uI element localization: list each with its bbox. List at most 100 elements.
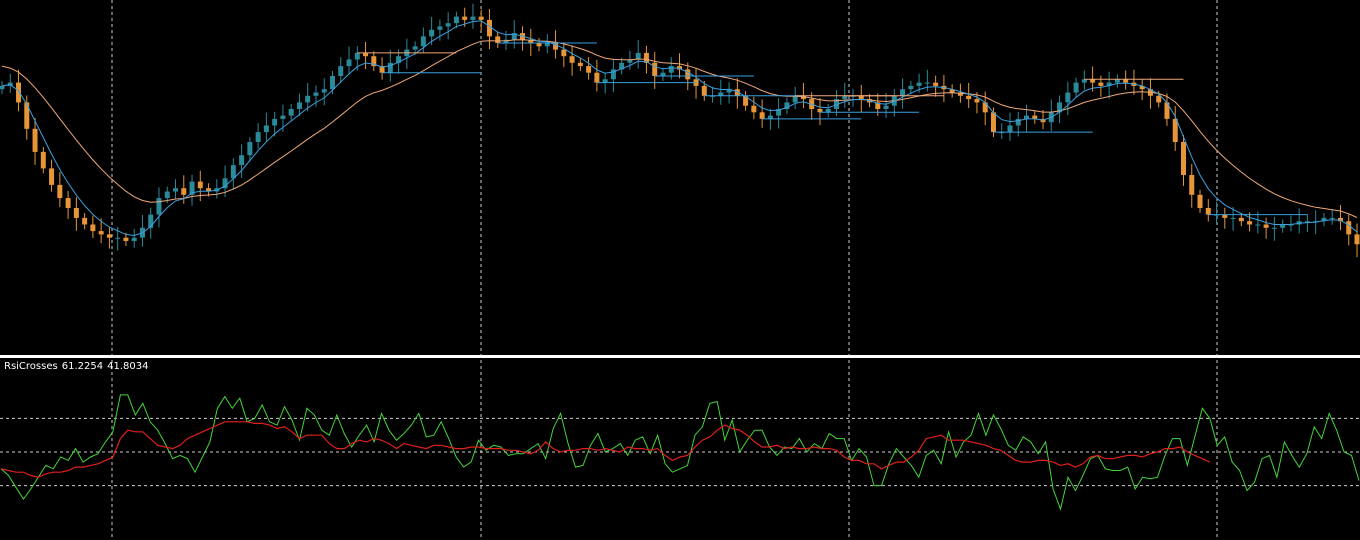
- candle: [371, 51, 377, 72]
- candle: [949, 84, 955, 98]
- candle-body: [577, 62, 583, 67]
- candle: [1073, 77, 1079, 98]
- candle-body: [1247, 221, 1253, 225]
- candle-body: [106, 234, 112, 238]
- candle: [346, 46, 352, 76]
- candle: [1296, 208, 1302, 234]
- candle: [445, 12, 451, 40]
- candle-body: [338, 66, 344, 76]
- candle: [825, 104, 831, 118]
- candle: [1205, 199, 1211, 222]
- candle-body: [1156, 95, 1162, 103]
- candle-body: [470, 16, 476, 20]
- candle: [1065, 81, 1071, 116]
- candle: [817, 98, 823, 126]
- candle-body: [569, 56, 575, 63]
- candle-body: [239, 155, 245, 166]
- candle: [743, 90, 749, 111]
- candle-body: [594, 72, 600, 83]
- candle: [520, 26, 526, 51]
- candle-body: [288, 109, 294, 116]
- candle-body: [181, 188, 187, 195]
- candle-body: [900, 89, 906, 96]
- candle: [148, 207, 154, 239]
- candle-body: [32, 128, 38, 152]
- candle: [404, 38, 410, 70]
- candle: [1032, 110, 1038, 124]
- candle: [1214, 201, 1220, 224]
- candle: [1354, 223, 1360, 258]
- candle: [776, 98, 782, 129]
- candle: [1114, 74, 1120, 88]
- candle: [1280, 219, 1286, 233]
- candle: [197, 170, 203, 202]
- candle-body: [82, 217, 88, 225]
- candle-body: [652, 62, 658, 76]
- indicator-value-2: 41.8034: [107, 361, 149, 372]
- candle: [40, 146, 46, 174]
- price-chart[interactable]: [0, 0, 1360, 540]
- candle: [784, 97, 790, 114]
- candle-body: [1172, 118, 1178, 142]
- candle: [1015, 111, 1021, 137]
- candle-body: [90, 224, 96, 232]
- indicator-name: RsiCrosses: [4, 361, 58, 372]
- candle-body: [437, 26, 443, 30]
- candle: [7, 73, 13, 93]
- candle-body: [883, 105, 889, 109]
- candle-body: [1007, 125, 1013, 133]
- candle: [536, 38, 542, 52]
- candle-body: [272, 118, 278, 126]
- candle-body: [792, 95, 798, 103]
- candle-body: [1073, 82, 1079, 93]
- fast-moving-average-line: [1, 20, 1358, 237]
- candle: [1164, 93, 1170, 126]
- candle: [470, 3, 476, 29]
- candle: [792, 86, 798, 110]
- candle: [751, 96, 757, 120]
- indicator-value-1: 61.2254: [61, 361, 104, 372]
- candle: [1081, 70, 1087, 90]
- candle-body: [1329, 217, 1335, 219]
- candle: [941, 75, 947, 103]
- candle: [131, 228, 137, 248]
- candle: [82, 212, 88, 230]
- candle-body: [478, 16, 484, 20]
- candle: [528, 28, 534, 56]
- candle-body: [263, 125, 269, 133]
- candle-body: [462, 16, 468, 20]
- candle-body: [751, 105, 757, 113]
- candle: [90, 215, 96, 239]
- candle: [139, 214, 145, 247]
- candle-body: [255, 132, 261, 142]
- candle-body: [420, 36, 426, 47]
- candle: [1147, 78, 1153, 109]
- candle-body: [1271, 227, 1277, 229]
- candle: [321, 78, 327, 106]
- candle-body: [974, 99, 980, 103]
- candle: [1222, 207, 1228, 229]
- candle-body: [49, 168, 55, 185]
- candle: [288, 104, 294, 121]
- candle-body: [701, 85, 707, 96]
- candle-body: [1255, 224, 1261, 226]
- candle: [1189, 164, 1195, 208]
- candle-body: [908, 85, 914, 90]
- pane-separator[interactable]: [0, 355, 1360, 358]
- candle: [73, 197, 79, 231]
- candle: [734, 78, 740, 109]
- candle-body: [354, 52, 360, 60]
- candle-body: [65, 198, 71, 208]
- candle: [850, 88, 856, 107]
- candle: [809, 92, 815, 120]
- candle: [1337, 205, 1343, 231]
- candle-body: [346, 59, 352, 67]
- candle-body: [1098, 82, 1104, 86]
- candle: [338, 57, 344, 83]
- candle-body: [1354, 234, 1360, 245]
- candle: [230, 158, 236, 190]
- candle: [255, 123, 261, 149]
- candle: [106, 227, 112, 249]
- rsi-slow-line: [0, 421, 1211, 478]
- candle-body: [321, 89, 327, 93]
